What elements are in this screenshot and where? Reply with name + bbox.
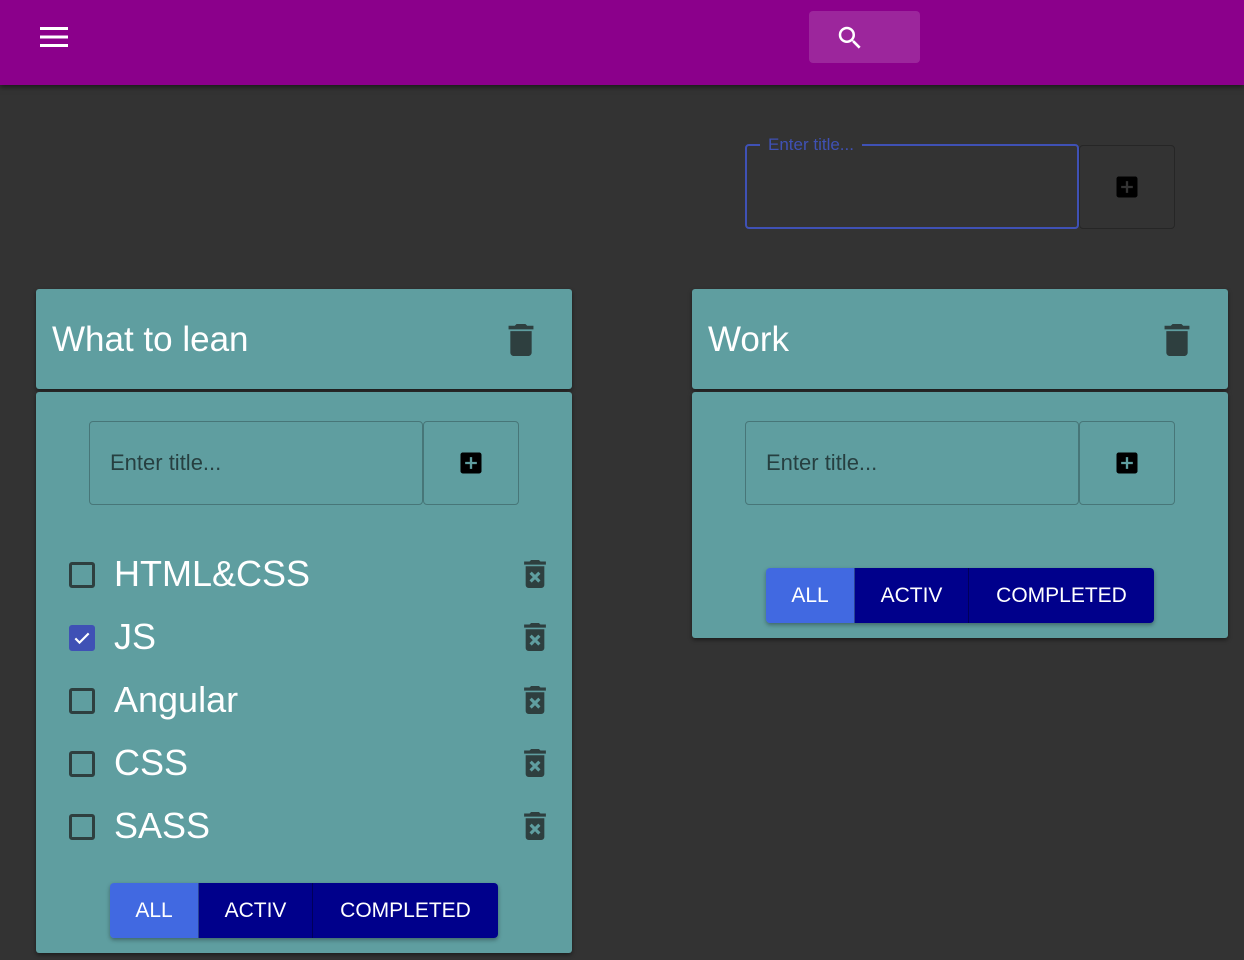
task-item: JS xyxy=(36,606,572,666)
filter-active-button[interactable]: ACTIV xyxy=(855,568,969,623)
delete-task-button[interactable] xyxy=(522,620,548,654)
new-list-title-label: Enter title... xyxy=(760,135,862,155)
app-bar xyxy=(0,0,1244,85)
task-label[interactable]: CSS xyxy=(114,741,188,785)
task-checkbox[interactable] xyxy=(69,751,95,777)
delete-list-button[interactable] xyxy=(1162,323,1192,357)
add-box-icon xyxy=(1116,176,1138,198)
filter-completed-button[interactable]: COMPLETED xyxy=(969,568,1154,623)
filter-button-group: ALL ACTIV COMPLETED xyxy=(766,568,1154,623)
delete-task-button[interactable] xyxy=(522,746,548,780)
add-list-button[interactable] xyxy=(1079,145,1175,229)
add-box-icon xyxy=(460,452,482,474)
delete-task-button[interactable] xyxy=(522,683,548,717)
task-item: HTML&CSS xyxy=(36,543,572,603)
filter-button-group: ALL ACTIV COMPLETED xyxy=(110,883,498,938)
menu-icon xyxy=(40,27,68,47)
delete-forever-icon xyxy=(524,560,546,588)
check-icon xyxy=(74,632,90,645)
filter-all-button[interactable]: ALL xyxy=(110,883,199,938)
todolist-header: Work xyxy=(692,289,1228,389)
todolist-body: Enter title... HTML&CSS JS Angular CSS S… xyxy=(36,392,572,953)
task-label[interactable]: SASS xyxy=(114,804,210,848)
delete-task-button[interactable] xyxy=(522,557,548,591)
delete-forever-icon xyxy=(524,686,546,714)
new-list-title-input[interactable]: Enter title... xyxy=(745,135,1079,229)
task-label[interactable]: Angular xyxy=(114,678,238,722)
task-checkbox[interactable] xyxy=(69,688,95,714)
filter-active-button[interactable]: ACTIV xyxy=(199,883,313,938)
todolist-body: Enter title... ALL ACTIV COMPLETED xyxy=(692,392,1228,638)
task-item: CSS xyxy=(36,732,572,792)
search-icon xyxy=(838,26,861,49)
filter-all-button[interactable]: ALL xyxy=(766,568,855,623)
todolist-title[interactable]: Work xyxy=(708,320,789,360)
task-title-input[interactable]: Enter title... xyxy=(745,421,1079,505)
task-title-placeholder: Enter title... xyxy=(110,450,222,475)
delete-forever-icon xyxy=(524,812,546,840)
delete-task-button[interactable] xyxy=(522,809,548,843)
add-task-button[interactable] xyxy=(1079,421,1175,505)
task-checkbox[interactable] xyxy=(69,814,95,840)
trash-icon xyxy=(508,324,534,356)
add-box-icon xyxy=(1116,452,1138,474)
menu-button[interactable] xyxy=(34,21,74,53)
task-item: SASS xyxy=(36,795,572,855)
add-task-button[interactable] xyxy=(423,421,519,505)
search-box[interactable] xyxy=(809,11,920,63)
todolist-header: What to lean xyxy=(36,289,572,389)
delete-forever-icon xyxy=(524,749,546,777)
task-checkbox[interactable] xyxy=(69,562,95,588)
delete-forever-icon xyxy=(524,623,546,651)
filter-completed-button[interactable]: COMPLETED xyxy=(313,883,498,938)
task-title-placeholder: Enter title... xyxy=(766,450,878,475)
task-label[interactable]: HTML&CSS xyxy=(114,552,310,596)
task-label[interactable]: JS xyxy=(114,615,156,659)
trash-icon xyxy=(1164,324,1190,356)
task-title-input[interactable]: Enter title... xyxy=(89,421,423,505)
task-checkbox[interactable] xyxy=(69,625,95,651)
todolist-title[interactable]: What to lean xyxy=(52,320,249,360)
delete-list-button[interactable] xyxy=(506,323,536,357)
task-item: Angular xyxy=(36,669,572,729)
